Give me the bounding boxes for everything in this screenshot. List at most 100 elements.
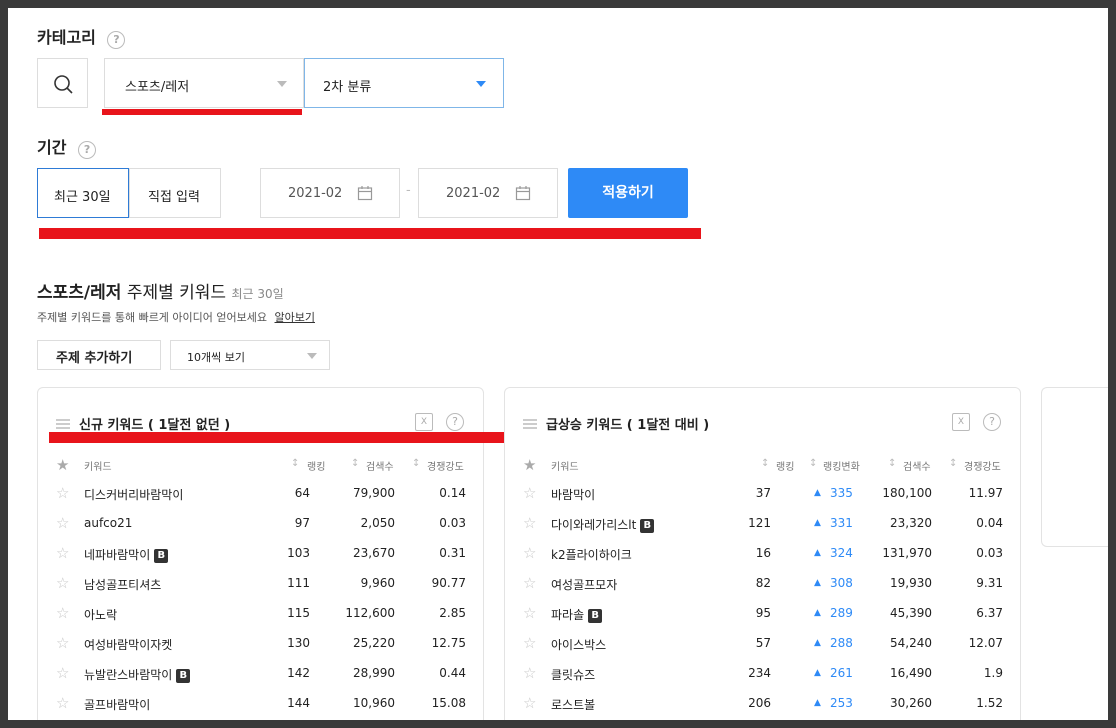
table-row[interactable]: ☆ 디스커버리바람막이 64 79,900 0.14 [38,478,483,508]
table-row[interactable]: ☆ 바람막이 37 ▲ 335 180,100 11.97 [505,478,1020,508]
header-rank[interactable]: 랭킹 [307,458,325,473]
start-date-value: 2021-02 [288,186,343,201]
keyword-cell[interactable]: 바람막이 [551,486,595,503]
header-competition[interactable]: 경쟁강도 [964,458,1001,473]
category-secondary-select[interactable]: 2차 분류 [304,58,504,108]
table-row[interactable]: ☆ 아노락 115 112,600 2.85 [38,598,483,628]
table-row[interactable]: ☆ 로스트볼 206 ▲ 253 30,260 1.52 [505,688,1020,718]
sort-icon[interactable]: ↕ [949,458,957,469]
table-row[interactable]: ☆ 클릿슈즈 234 ▲ 261 16,490 1.9 [505,658,1020,688]
apply-button[interactable]: 적용하기 [568,168,688,218]
help-icon[interactable]: ? [107,31,126,49]
star-icon[interactable]: ☆ [56,514,69,532]
keyword-cell[interactable]: aufco21 [84,516,132,530]
category-primary-select[interactable]: 스포츠/레저 [104,58,304,108]
table-row[interactable]: ☆ 남성골프티셔츠 111 9,960 90.77 [38,568,483,598]
drag-handle-icon[interactable] [56,418,70,430]
rank-cell: 37 [755,486,771,500]
keyword-cell[interactable]: 아이스박스 [551,636,606,653]
keyword-text: 여성바람막이자켓 [84,638,173,652]
header-rank-change[interactable]: 랭킹변화 [823,458,860,473]
help-icon[interactable]: ? [78,141,97,159]
keyword-cell[interactable]: 파라솔 B [551,606,603,623]
learn-more-link[interactable]: 알아보기 [275,311,315,324]
star-icon[interactable]: ☆ [523,574,536,592]
table-row[interactable]: ☆ 네파바람막이 B 103 23,670 0.31 [38,538,483,568]
table-row[interactable]: ☆ 골프바람막이 144 10,960 15.08 [38,688,483,718]
keyword-cell[interactable]: 디스커버리바람막이 [84,486,183,503]
keyword-cell[interactable]: k2플라이하이크 [551,546,632,563]
star-icon[interactable]: ☆ [523,664,536,682]
table-header: ★ 키워드 ↕ 랭킹 ↕ 랭킹변화 ↕ 검색수 ↕ 경쟁강도 [505,456,1020,474]
section-title: 스포츠/레저 주제별 키워드 최근 30일 [37,278,284,303]
header-search[interactable]: 검색수 [366,458,394,473]
drag-handle-icon[interactable] [523,418,537,430]
help-icon[interactable]: ? [983,413,1001,431]
star-icon[interactable]: ☆ [523,544,536,562]
star-icon[interactable]: ☆ [56,544,69,562]
table-row[interactable]: ☆ k2플라이하이크 16 ▲ 324 131,970 0.03 [505,538,1020,568]
star-icon[interactable]: ☆ [523,694,536,712]
header-competition[interactable]: 경쟁강도 [427,458,464,473]
rank-change-cell: 324 [830,546,853,560]
rank-cell: 64 [294,486,310,500]
table-row[interactable]: ☆ 여성바람막이자켓 130 25,220 12.75 [38,628,483,658]
keyword-cell[interactable]: 아노락 [84,606,117,623]
sort-icon[interactable]: ↕ [412,458,420,469]
rank-cell: 206 [748,696,771,710]
table-row[interactable]: ☆ 뉴발란스바람막이 B 142 28,990 0.44 [38,658,483,688]
search-count-cell: 2,050 [360,516,395,530]
keyword-cell[interactable]: 골프바람막이 [84,696,150,713]
table-row[interactable]: ☆ aufco21 97 2,050 0.03 [38,508,483,538]
section-description-text: 주제별 키워드를 통해 빠르게 아이디어 얻어보세요 [37,311,268,324]
keyword-text: 골프바람막이 [84,698,151,712]
header-keyword[interactable]: 키워드 [551,458,579,473]
header-search[interactable]: 검색수 [903,458,931,473]
recent-30-days-button[interactable]: 최근 30일 [37,168,129,218]
brand-badge: B [588,609,603,623]
custom-input-button[interactable]: 직접 입력 [129,168,221,218]
end-date-field[interactable]: 2021-02 [418,168,558,218]
keyword-cell[interactable]: 여성바람막이자켓 [84,636,172,653]
table-row[interactable]: ☆ 파라솔 B 95 ▲ 289 45,390 6.37 [505,598,1020,628]
star-icon[interactable]: ☆ [523,514,536,532]
star-icon[interactable]: ☆ [523,484,536,502]
table-row[interactable]: ☆ 아이스박스 57 ▲ 288 54,240 12.07 [505,628,1020,658]
star-icon[interactable]: ☆ [523,634,536,652]
header-rank[interactable]: 랭킹 [776,458,794,473]
keyword-cell[interactable]: 여성골프모자 [551,576,617,593]
sort-icon[interactable]: ↕ [761,458,769,469]
sort-icon[interactable]: ↕ [809,458,817,469]
period-label: 기간 ? [37,134,97,159]
search-count-cell: 23,670 [353,546,395,560]
keyword-cell[interactable]: 뉴발란스바람막이 B [84,666,191,683]
sort-icon[interactable]: ↕ [888,458,896,469]
star-icon[interactable]: ☆ [56,484,69,502]
keyword-cell[interactable]: 클릿슈즈 [551,666,595,683]
table-row[interactable]: ☆ 다이와레가리스lt B 121 ▲ 331 23,320 0.04 [505,508,1020,538]
star-icon[interactable]: ☆ [56,634,69,652]
rank-change-cell: 288 [830,636,853,650]
star-icon[interactable]: ☆ [56,664,69,682]
sort-icon[interactable]: ↕ [291,458,299,469]
search-count-cell: 30,260 [890,696,932,710]
excel-icon[interactable]: X [415,413,433,431]
star-icon[interactable]: ☆ [56,574,69,592]
header-keyword[interactable]: 키워드 [84,458,112,473]
help-icon[interactable]: ? [446,413,464,431]
sort-icon[interactable]: ↕ [351,458,359,469]
brand-badge: B [154,549,169,563]
keyword-cell[interactable]: 로스트볼 [551,696,595,713]
star-icon[interactable]: ☆ [56,694,69,712]
table-row[interactable]: ☆ 여성골프모자 82 ▲ 308 19,930 9.31 [505,568,1020,598]
start-date-field[interactable]: 2021-02 [260,168,400,218]
keyword-cell[interactable]: 다이와레가리스lt B [551,516,655,533]
keyword-cell[interactable]: 남성골프티셔츠 [84,576,161,593]
keyword-cell[interactable]: 네파바람막이 B [84,546,169,563]
star-icon[interactable]: ☆ [56,604,69,622]
add-topic-button[interactable]: 주제 추가하기 [37,340,161,370]
search-button[interactable] [37,58,88,108]
star-icon[interactable]: ☆ [523,604,536,622]
view-count-select[interactable]: 10개씩 보기 [170,340,330,370]
excel-icon[interactable]: X [952,413,970,431]
